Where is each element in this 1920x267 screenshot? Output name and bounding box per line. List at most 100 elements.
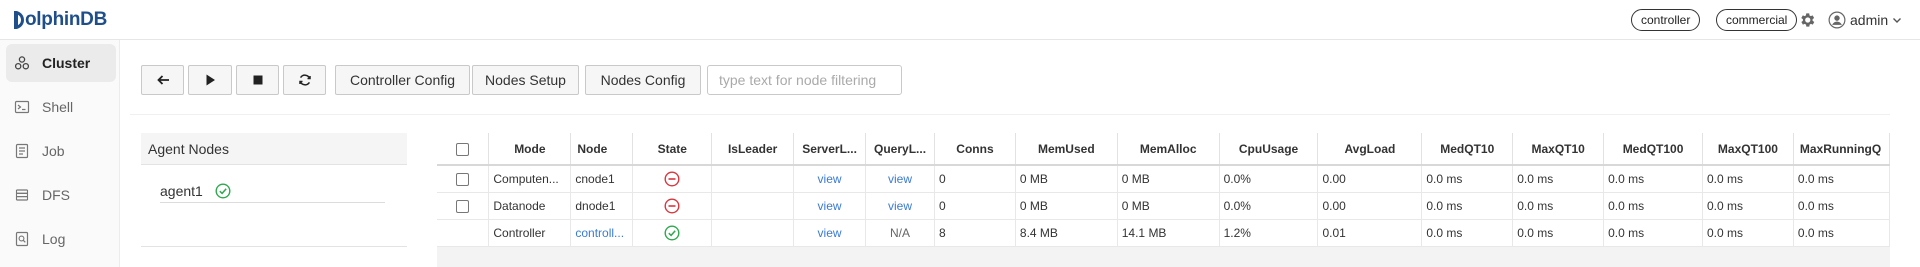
job-icon <box>15 143 29 159</box>
stopped-status-icon <box>664 171 680 187</box>
column-header-medqt100[interactable]: MedQT100 <box>1603 133 1703 166</box>
table-header-row: Mode Node State IsLeader ServerL... Quer… <box>437 133 1890 166</box>
play-icon <box>206 74 215 86</box>
medqt100-cell: 0.0 ms <box>1603 219 1703 247</box>
mode-cell: Controller <box>488 219 572 247</box>
state-cell <box>632 165 713 193</box>
cpuusage-cell: 0.0% <box>1219 165 1319 193</box>
agent-name: agent1 <box>160 182 203 199</box>
avgload-cell: 0.01 <box>1317 219 1423 247</box>
maxrunningq-cell: 0.0 ms <box>1793 165 1890 193</box>
maxrunningq-cell: 0.0 ms <box>1793 192 1890 220</box>
maxqt10-cell: 0.0 ms <box>1512 165 1605 193</box>
table-row[interactable]: Controller controll... view N/A 8 8.4 MB… <box>437 219 1890 247</box>
back-button[interactable] <box>141 65 184 95</box>
column-header-node[interactable]: Node <box>570 133 634 166</box>
column-header-mode[interactable]: Mode <box>488 133 572 166</box>
nodes-config-button[interactable]: Nodes Config <box>585 65 701 95</box>
sidebar-item-dfs[interactable]: DFS <box>6 176 116 214</box>
sidebar: Cluster Shell Job DFS Log <box>0 40 120 267</box>
top-bar: olphinDB controller commercial admin <box>0 0 1920 40</box>
table-row[interactable]: Datanode dnode1 view view 0 0 MB 0 MB 0.… <box>437 192 1890 220</box>
server-log-link[interactable]: view <box>793 219 867 247</box>
row-select-cell <box>437 192 490 220</box>
user-name: admin <box>1850 12 1889 28</box>
logo-d-mark <box>14 11 24 29</box>
medqt10-cell: 0.0 ms <box>1421 165 1514 193</box>
column-header-avgload[interactable]: AvgLoad <box>1317 133 1423 166</box>
running-status-icon <box>215 182 231 199</box>
controller-config-button[interactable]: Controller Config <box>335 65 470 95</box>
start-button[interactable] <box>188 65 232 95</box>
memused-cell: 0 MB <box>1015 192 1118 220</box>
column-header-maxrunningq[interactable]: MaxRunningQ <box>1793 133 1890 166</box>
stop-button[interactable] <box>236 65 279 95</box>
mode-cell: Datanode <box>488 192 572 220</box>
server-log-link[interactable]: view <box>793 165 867 193</box>
query-log-cell: N/A <box>865 219 936 247</box>
nodes-setup-button[interactable]: Nodes Setup <box>472 65 579 95</box>
node-filter-input[interactable] <box>707 65 902 95</box>
memused-cell: 8.4 MB <box>1015 219 1118 247</box>
memalloc-cell: 0 MB <box>1117 165 1220 193</box>
conns-cell: 8 <box>934 219 1016 247</box>
isleader-cell <box>711 219 795 247</box>
row-select-cell <box>437 219 490 247</box>
sidebar-item-log[interactable]: Log <box>6 220 116 258</box>
maxqt10-cell: 0.0 ms <box>1512 219 1605 247</box>
maxqt10-cell: 0.0 ms <box>1512 192 1605 220</box>
commercial-badge: commercial <box>1716 9 1798 31</box>
dfs-icon <box>15 189 29 201</box>
column-header-medqt10[interactable]: MedQT10 <box>1421 133 1514 166</box>
sidebar-item-label: Shell <box>42 99 74 115</box>
column-header-querylog[interactable]: QueryL... <box>865 133 936 166</box>
gear-icon[interactable] <box>1798 11 1816 29</box>
maxrunningq-cell: 0.0 ms <box>1793 219 1890 247</box>
sidebar-item-job[interactable]: Job <box>6 132 116 170</box>
state-cell <box>632 192 713 220</box>
node-cell-link[interactable]: controll... <box>570 219 634 247</box>
nodes-table: Mode Node State IsLeader ServerL... Quer… <box>437 133 1890 267</box>
arrow-left-icon <box>156 75 169 85</box>
column-header-memused[interactable]: MemUsed <box>1015 133 1118 166</box>
row-checkbox[interactable] <box>456 172 470 186</box>
conns-cell: 0 <box>934 165 1016 193</box>
query-log-link[interactable]: view <box>865 192 936 220</box>
user-menu[interactable]: admin <box>1828 10 1902 30</box>
server-log-link[interactable]: view <box>793 192 867 220</box>
isleader-cell <box>711 192 795 220</box>
refresh-button[interactable] <box>283 65 326 95</box>
sidebar-item-shell[interactable]: Shell <box>6 88 116 126</box>
column-header-state[interactable]: State <box>632 133 713 166</box>
node-cell: cnode1 <box>570 165 634 193</box>
agent-item[interactable]: agent1 <box>160 179 385 203</box>
cluster-icon <box>14 56 30 70</box>
avgload-cell: 0.00 <box>1317 165 1423 193</box>
table-row[interactable]: Computen... cnode1 view view 0 0 MB 0 MB… <box>437 165 1890 193</box>
column-header-maxqt10[interactable]: MaxQT10 <box>1512 133 1605 166</box>
column-header-conns[interactable]: Conns <box>934 133 1016 166</box>
select-all-checkbox[interactable] <box>456 142 470 156</box>
agent-nodes-panel: Agent Nodes agent1 <box>141 133 407 247</box>
avgload-cell: 0.00 <box>1317 192 1423 220</box>
log-icon <box>15 231 29 247</box>
node-cell: dnode1 <box>570 192 634 220</box>
isleader-cell <box>711 165 795 193</box>
sidebar-item-label: Cluster <box>42 55 91 71</box>
query-log-link[interactable]: view <box>865 165 936 193</box>
row-checkbox[interactable] <box>456 199 470 213</box>
memalloc-cell: 0 MB <box>1117 192 1220 220</box>
sidebar-item-label: DFS <box>42 187 70 203</box>
column-header-cpuusage[interactable]: CpuUsage <box>1219 133 1319 166</box>
medqt10-cell: 0.0 ms <box>1421 192 1514 220</box>
column-header-isleader[interactable]: IsLeader <box>711 133 795 166</box>
column-header-memalloc[interactable]: MemAlloc <box>1117 133 1220 166</box>
user-avatar-icon <box>1828 11 1846 29</box>
column-header-serverlog[interactable]: ServerL... <box>793 133 867 166</box>
sidebar-item-cluster[interactable]: Cluster <box>6 44 116 82</box>
shell-icon <box>14 100 30 114</box>
dolphindb-logo[interactable]: olphinDB <box>14 8 107 32</box>
select-all-column <box>437 133 490 166</box>
running-status-icon <box>664 224 680 241</box>
column-header-maxqt100[interactable]: MaxQT100 <box>1702 133 1794 166</box>
